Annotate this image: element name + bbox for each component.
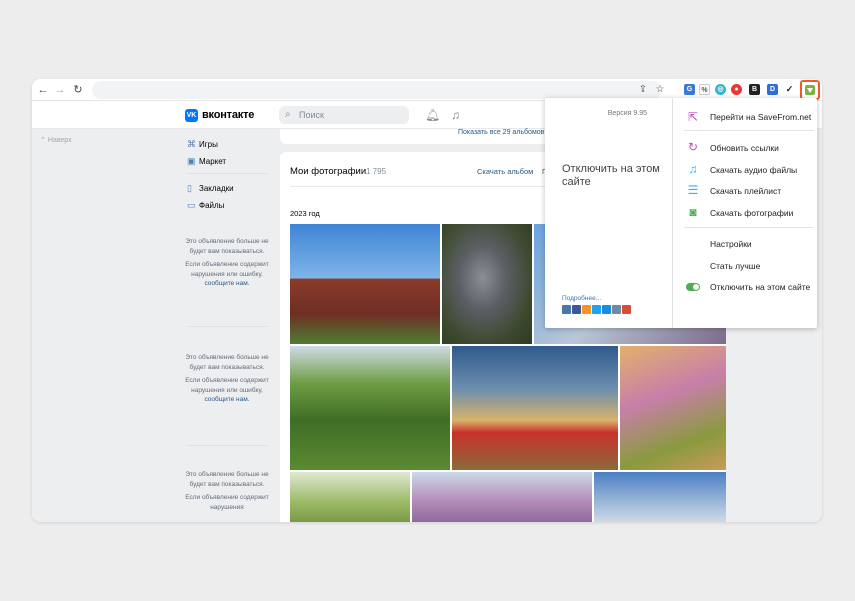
sidebar-item-files[interactable]: ▭ Файлы (187, 200, 224, 214)
music-icon[interactable]: ♫ (451, 108, 460, 122)
vk-icon[interactable] (562, 305, 571, 314)
photo-thumbnail[interactable] (290, 346, 450, 470)
download-playlist-menu-item[interactable]: Скачать плейлист (710, 186, 781, 196)
photos-title: Мои фотографии (290, 166, 367, 177)
photo-thumbnail[interactable] (290, 472, 410, 522)
refresh-links-menu-item[interactable]: Обновить ссылки (710, 143, 779, 153)
ad-hidden-text: Это объявление больше не будет вам показ… (185, 471, 269, 488)
refresh-icon: ↻ (687, 140, 699, 154)
ad-report-pre: Если объявление содержит нарушения (185, 494, 269, 511)
ad-report-text: Если объявление содержит нарушения или о… (182, 376, 272, 405)
sidebar-item-bookmarks[interactable]: ▯ Закладки (187, 183, 234, 197)
check-extension-icon[interactable]: ✓ (784, 84, 795, 95)
ad-hidden-notice: Это объявление больше не будет вам показ… (182, 353, 272, 405)
photos-count: 1 795 (366, 167, 387, 176)
savefrom-extension-button[interactable] (800, 80, 820, 100)
sidebar-item-label: Игры (199, 140, 218, 149)
popup-divider (684, 130, 814, 131)
disable-on-site-menu-item[interactable]: Отключить на этом сайте (710, 282, 810, 292)
camera-icon: ◙ (689, 205, 697, 219)
scroll-up-button[interactable]: ⌃ Наверх (40, 136, 72, 144)
sidebar-item-market[interactable]: ▣ Маркет (187, 156, 226, 170)
ad-hidden-text: Это объявление больше не будет вам показ… (185, 238, 269, 255)
disable-on-site-toggle[interactable] (686, 283, 700, 291)
ad-report-text: Если объявление содержит нарушения (182, 493, 272, 512)
address-bar[interactable] (92, 81, 662, 99)
file-icon: ▭ (187, 200, 196, 210)
globe-extension-icon[interactable]: ◎ (715, 84, 726, 95)
sidebar-divider (187, 173, 267, 174)
star-icon[interactable]: ☆ (654, 84, 666, 96)
gamepad-icon: ⌘ (187, 139, 196, 149)
ad-hidden-notice: Это объявление больше не будет вам показ… (182, 237, 272, 289)
sidebar-divider (187, 326, 267, 327)
translate-extension-icon[interactable]: G (684, 84, 695, 95)
ad-report-text: Если объявление содержит нарушения или о… (182, 260, 272, 289)
shopping-bag-icon: ▣ (187, 156, 196, 166)
ad-report-link[interactable]: сообщите нам. (204, 396, 249, 403)
b-extension-icon[interactable]: B (749, 84, 760, 95)
reload-icon[interactable]: ↻ (72, 83, 84, 97)
ad-hidden-notice: Это объявление больше не будет вам показ… (182, 470, 272, 512)
disable-on-site-heading: Отключить на этом сайте (562, 163, 660, 188)
ad-report-pre: Если объявление содержит нарушения или о… (185, 261, 269, 278)
bell-icon[interactable]: 🔔︎ (425, 108, 440, 122)
download-arrow-icon (805, 85, 815, 95)
livejournal-icon[interactable] (612, 305, 621, 314)
music-note-icon: ♫ (688, 162, 698, 176)
popup-menu: ⇱ Перейти на SaveFrom.net ↻ Обновить ссы… (674, 98, 817, 328)
sidebar-divider (187, 445, 267, 446)
back-icon[interactable]: ← (37, 83, 49, 97)
sidebar-item-label: Закладки (199, 184, 234, 193)
year-heading: 2023 год (290, 209, 320, 218)
download-album-link[interactable]: Скачать альбом (477, 167, 533, 176)
photo-thumbnail[interactable] (594, 472, 726, 522)
show-all-albums-link[interactable]: Показать все 29 альбомов (458, 129, 544, 136)
search-icon: ⌕ (285, 109, 291, 120)
link-extension-icon[interactable]: % (699, 84, 710, 95)
vk-brand[interactable]: вконтакте (202, 109, 254, 121)
download-photos-menu-item[interactable]: Скачать фотографии (710, 208, 793, 218)
sidebar-item-label: Маркет (199, 157, 227, 166)
photo-thumbnail[interactable] (452, 346, 618, 470)
photo-thumbnail[interactable] (290, 224, 440, 344)
improve-menu-item[interactable]: Стать лучше (710, 261, 760, 271)
odnoklassniki-icon[interactable] (582, 305, 591, 314)
scroll-up-label: Наверх (47, 137, 72, 144)
search-placeholder: Поиск (299, 110, 324, 120)
external-link-icon: ⇱ (687, 110, 699, 124)
d-extension-icon[interactable]: D (767, 84, 778, 95)
settings-menu-item[interactable]: Настройки (710, 239, 752, 249)
open-savefrom-menu-item[interactable]: Перейти на SaveFrom.net (710, 112, 811, 122)
bookmark-icon: ▯ (187, 183, 192, 193)
ad-hidden-text: Это объявление больше не будет вам показ… (185, 354, 269, 371)
ad-report-pre: Если объявление содержит нарушения или о… (185, 377, 269, 394)
version-label: Версия 9.95 (607, 110, 647, 117)
vk-logo-icon[interactable]: VK (185, 109, 198, 122)
search-input[interactable]: ⌕ Поиск (279, 106, 409, 124)
sidebar-item-label: Файлы (199, 201, 225, 210)
twitter-icon[interactable] (592, 305, 601, 314)
popup-left-panel: Версия 9.95 Отключить на этом сайте Подр… (545, 98, 673, 328)
more-info-link[interactable]: Подробнее... (562, 295, 601, 302)
savefrom-popup: Версия 9.95 Отключить на этом сайте Подр… (545, 98, 817, 328)
sidebar-item-games[interactable]: ⌘ Игры (187, 139, 218, 153)
download-audio-menu-item[interactable]: Скачать аудио файлы (710, 165, 797, 175)
photo-thumbnail[interactable] (620, 346, 726, 470)
facebook-icon[interactable] (572, 305, 581, 314)
forward-icon[interactable]: → (54, 83, 66, 97)
photo-thumbnail[interactable] (412, 472, 592, 522)
photo-thumbnail[interactable] (442, 224, 532, 344)
pokeball-extension-icon[interactable]: ● (731, 84, 742, 95)
ad-report-link[interactable]: сообщите нам. (204, 280, 249, 287)
playlist-icon: ☰ (687, 183, 699, 197)
share-icon[interactable]: ⇪ (637, 84, 649, 96)
google-plus-icon[interactable] (622, 305, 631, 314)
moimir-icon[interactable] (602, 305, 611, 314)
popup-divider (684, 227, 814, 228)
